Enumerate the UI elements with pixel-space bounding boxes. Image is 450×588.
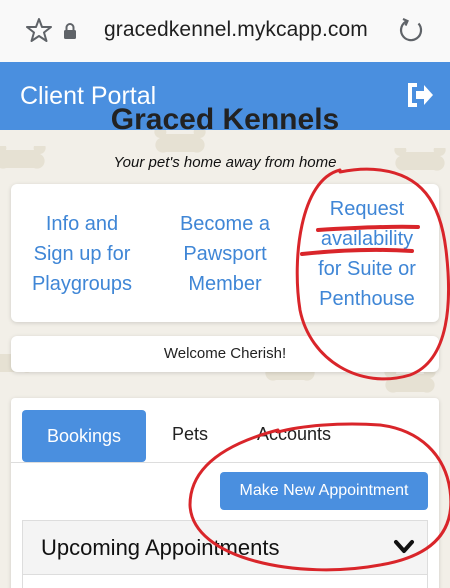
reload-icon[interactable] <box>398 17 424 43</box>
link-request-availability[interactable]: Request availability for Suite or Pentho… <box>302 194 432 314</box>
welcome-card: Welcome Cherish! <box>11 336 439 372</box>
upcoming-appointments-title: Upcoming Appointments <box>41 535 280 560</box>
link-pawsport[interactable]: Become a Pawsport Member <box>165 209 285 299</box>
browser-toolbar: gracedkennel.mykcapp.com <box>0 0 450 62</box>
bone-decoration <box>384 370 436 393</box>
star-icon[interactable] <box>26 17 52 43</box>
header-overlap-mask <box>0 62 450 130</box>
tab-pets[interactable]: Pets <box>172 424 208 445</box>
make-new-appointment-button[interactable]: Make New Appointment <box>220 472 428 510</box>
chevron-down-icon[interactable] <box>393 539 415 555</box>
tab-bookings[interactable]: Bookings <box>22 410 146 462</box>
url-bar[interactable]: gracedkennel.mykcapp.com <box>104 18 368 42</box>
upcoming-appointments-body <box>22 574 428 588</box>
tab-accounts[interactable]: Accounts <box>257 424 331 445</box>
tagline: Your pet's home away from home <box>113 154 337 171</box>
tabs-divider <box>11 462 439 463</box>
lock-icon <box>64 23 76 39</box>
welcome-message: Welcome Cherish! <box>163 345 287 362</box>
link-playgroups[interactable]: Info and Sign up for Playgroups <box>22 209 142 299</box>
upcoming-appointments-header[interactable]: Upcoming Appointments <box>22 520 428 574</box>
